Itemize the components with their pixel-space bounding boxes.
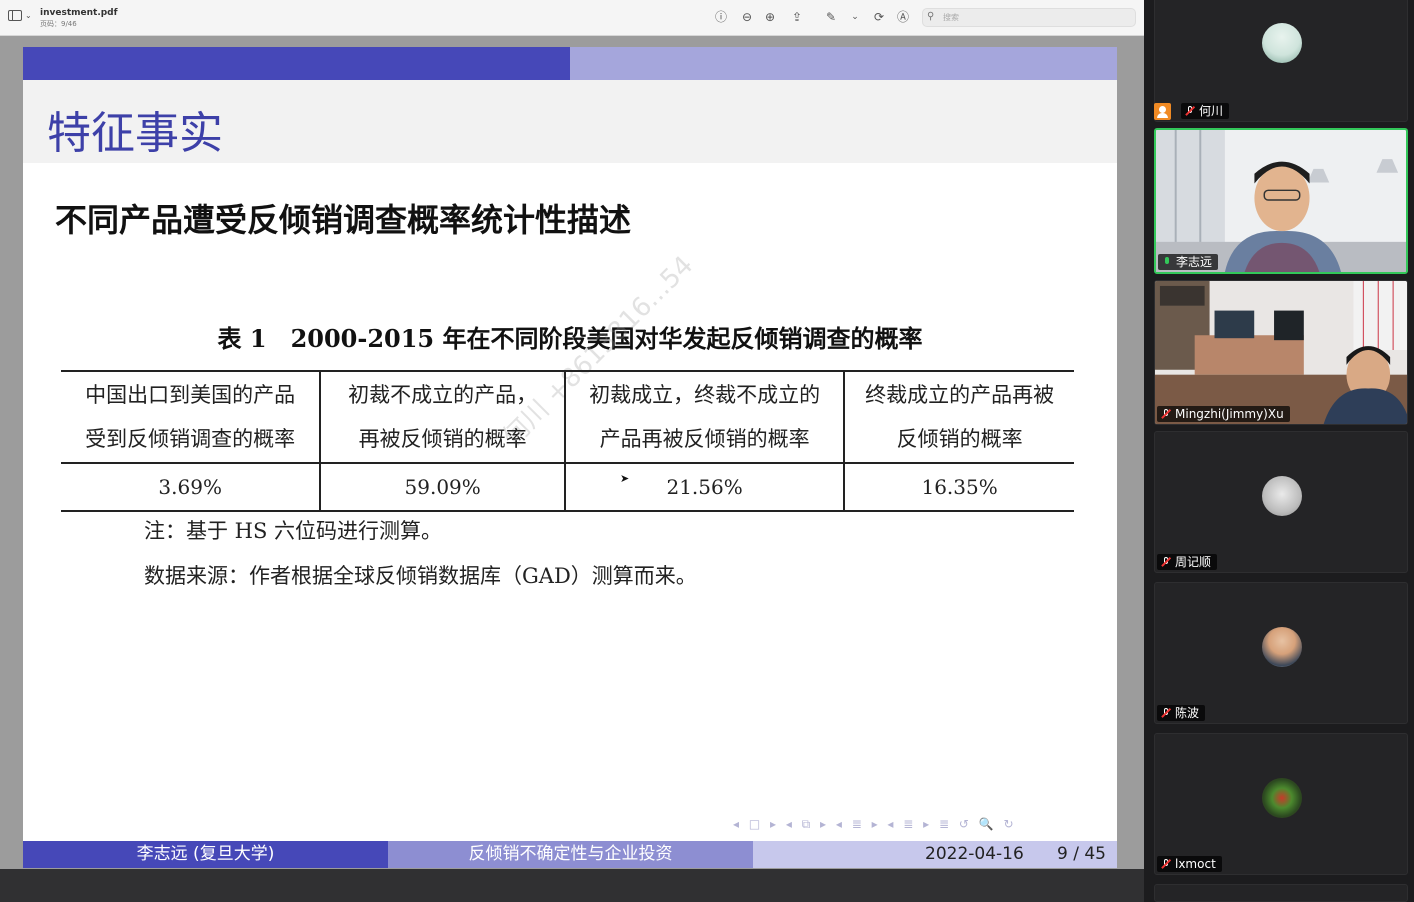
participant-name-tag: lxmoct xyxy=(1157,856,1222,872)
video-feed xyxy=(1156,130,1406,272)
table-header-cell: 中国出口到美国的产品 受到反倾销调查的概率 xyxy=(61,370,321,464)
mic-muted-icon xyxy=(1185,106,1195,116)
sidebar-toggle-icon[interactable] xyxy=(8,10,22,21)
annotate-icon[interactable]: Ⓐ xyxy=(895,9,911,25)
header-line: 终裁成立的产品再被 xyxy=(865,383,1055,407)
header-band-light xyxy=(570,47,1117,80)
probability-table: 中国出口到美国的产品 受到反倾销调查的概率 初裁不成立的产品， 再被反倾销的概率 初… xyxy=(61,370,1074,512)
mic-muted-icon xyxy=(1161,859,1171,869)
participant-tile[interactable] xyxy=(1154,884,1408,902)
participant-tile[interactable]: lxmoct xyxy=(1154,733,1408,875)
table-note: 注：基于 HS 六位码进行测算。 xyxy=(144,519,443,543)
footer-author: 李志远 (复旦大学) xyxy=(23,841,388,868)
data-source: 数据来源：作者根据全球反倾销数据库（GAD）测算而来。 xyxy=(144,564,697,588)
footer-date: 2022-04-16 xyxy=(925,844,1024,864)
participant-name: lxmoct xyxy=(1175,857,1216,871)
header-line: 中国出口到美国的产品 xyxy=(85,383,296,407)
rotate-icon[interactable]: ⟳ xyxy=(871,9,887,25)
participant-name-tag: 何川 xyxy=(1181,103,1230,119)
participant-name-tag: Mingzhi(Jimmy)Xu xyxy=(1157,406,1290,422)
table-header-cell: 终裁成立的产品再被 反倾销的概率 xyxy=(843,370,1074,464)
header-line: 初裁成立，终裁不成立的 xyxy=(589,383,821,407)
pdf-toolbar: ⌄ investment.pdf 页码：9/46 ⓘ ⊖ ⊕ ⇪ ✎ ⌄ ⟳ Ⓐ… xyxy=(0,0,1144,36)
markup-pen-icon[interactable]: ✎ xyxy=(823,9,839,25)
slide-footer: 李志远 (复旦大学) 反倾销不确定性与企业投资 2022-04-16 9 / 4… xyxy=(23,841,1117,868)
participant-tile[interactable]: 陈波 xyxy=(1154,582,1408,724)
mic-on-icon xyxy=(1162,257,1172,267)
avatar xyxy=(1262,778,1302,818)
header-line: 再被反倾销的概率 xyxy=(358,427,527,451)
slide-title: 特征事实 xyxy=(47,108,223,159)
search-icon: ⚲ xyxy=(927,11,935,22)
search-field[interactable]: ⚲ 搜索 xyxy=(922,8,1136,27)
table-header-cell: 初裁不成立的产品， 再被反倾销的概率 xyxy=(319,370,565,464)
table-header-row: 中国出口到美国的产品 受到反倾销调查的概率 初裁不成立的产品， 再被反倾销的概率 初… xyxy=(61,370,1074,464)
avatar xyxy=(1262,627,1302,667)
avatar xyxy=(1262,23,1302,63)
participant-name: 李志远 xyxy=(1176,255,1213,269)
participant-name: 周记顺 xyxy=(1175,555,1212,569)
zoom-in-icon[interactable]: ⊕ xyxy=(762,9,778,25)
participant-name-tag: 陈波 xyxy=(1157,705,1206,721)
participant-name: 陈波 xyxy=(1175,706,1200,720)
footer-talk-title: 反倾销不确定性与企业投资 xyxy=(388,841,753,868)
participant-tile-active-speaker[interactable]: 李志远 xyxy=(1154,128,1408,274)
header-line: 产品再被反倾销的概率 xyxy=(599,427,810,451)
header-band-dark xyxy=(23,47,570,80)
mic-muted-icon xyxy=(1161,557,1171,567)
file-name: investment.pdf xyxy=(40,8,118,18)
avatar xyxy=(1262,476,1302,516)
participant-panel: 何川 李志远 Mingzhi(Jimmy)Xu 周记顺 陈波 lxmoct xyxy=(1144,0,1414,902)
host-badge-icon xyxy=(1154,103,1171,120)
table-cell: 59.09% xyxy=(319,463,565,512)
info-icon[interactable]: ⓘ xyxy=(713,9,729,25)
table-cell: 3.69% xyxy=(61,463,321,512)
chevron-down-icon[interactable]: ⌄ xyxy=(25,11,32,20)
share-icon[interactable]: ⇪ xyxy=(789,9,805,25)
mouse-cursor-icon: ➤ xyxy=(620,472,630,485)
table-header-cell: 初裁成立，终裁不成立的 产品再被反倾销的概率 xyxy=(563,370,845,464)
page-indicator: 页码：9/46 xyxy=(40,20,77,28)
video-feed xyxy=(1155,281,1407,424)
footer-page-number: 9 / 45 xyxy=(1057,844,1106,864)
bottom-bar xyxy=(0,869,1144,902)
table-cell: 21.56% xyxy=(563,463,845,512)
participant-name-tag: 周记顺 xyxy=(1157,554,1218,570)
participant-name-tag: 李志远 xyxy=(1158,254,1219,270)
table-row: 3.69% 59.09% 21.56% 16.35% xyxy=(61,463,1074,512)
beamer-navigation[interactable]: ◂ □ ▸ ◂ ⧉ ▸ ◂ ≣ ▸ ◂ ≣ ▸ ≣ ↺ 🔍 ↻ xyxy=(733,817,1017,832)
participant-tile[interactable]: Mingzhi(Jimmy)Xu xyxy=(1154,280,1408,425)
footer-meta: 2022-04-16 9 / 45 xyxy=(753,841,1117,868)
header-line: 反倾销的概率 xyxy=(896,427,1023,451)
slide-subtitle: 不同产品遭受反倾销调查概率统计性描述 xyxy=(55,201,632,239)
search-placeholder: 搜索 xyxy=(943,13,959,22)
participant-name: Mingzhi(Jimmy)Xu xyxy=(1175,407,1284,421)
participant-tile[interactable]: 何川 xyxy=(1154,0,1408,122)
slide-page: 特征事实 不同产品遭受反倾销调查概率统计性描述 表 1 2000-2015 年在… xyxy=(23,47,1117,868)
mic-muted-icon xyxy=(1161,708,1171,718)
participant-tile[interactable]: 周记顺 xyxy=(1154,431,1408,573)
header-line: 初裁不成立的产品， xyxy=(348,383,538,407)
participant-name: 何川 xyxy=(1199,104,1224,118)
table-cell: 16.35% xyxy=(843,463,1074,512)
zoom-out-icon[interactable]: ⊖ xyxy=(739,9,755,25)
chevron-down-icon[interactable]: ⌄ xyxy=(847,9,863,25)
header-line: 受到反倾销调查的概率 xyxy=(85,427,296,451)
mic-muted-icon xyxy=(1161,409,1171,419)
